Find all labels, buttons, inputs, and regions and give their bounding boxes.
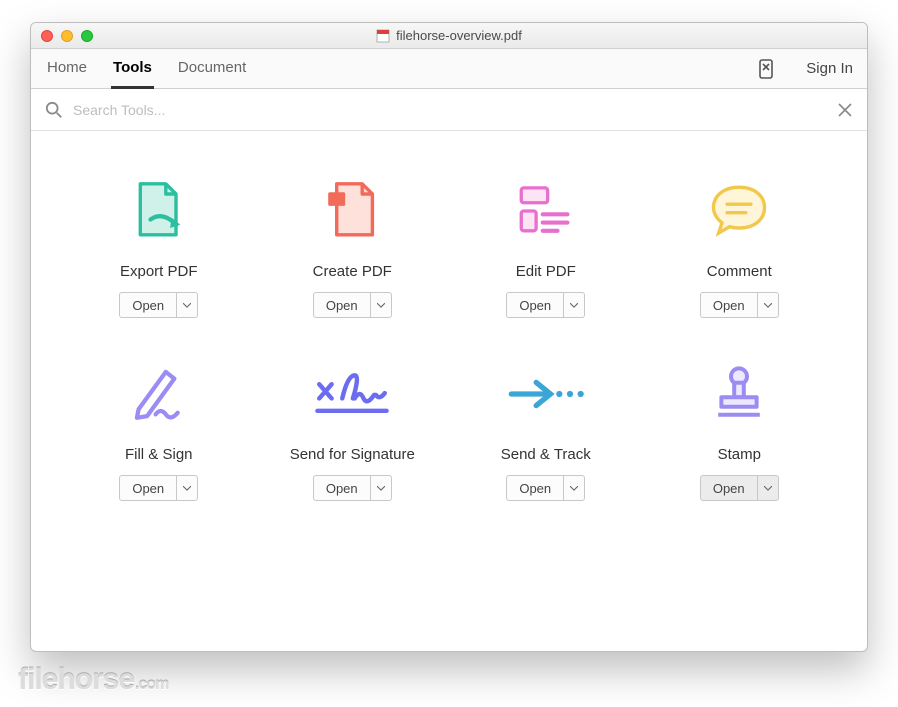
tool-card-comment: Comment Open xyxy=(648,171,832,318)
open-label[interactable]: Open xyxy=(314,293,371,317)
open-label[interactable]: Open xyxy=(120,476,177,500)
pdf-icon xyxy=(376,29,390,43)
tab-tools[interactable]: Tools xyxy=(111,49,154,89)
edit-pdf-icon xyxy=(506,171,586,251)
fill-sign-icon xyxy=(119,354,199,434)
app-window: filehorse-overview.pdf Home Tools Docume… xyxy=(30,22,868,652)
tool-card-send-track: Send & Track Open xyxy=(454,354,638,501)
tab-document[interactable]: Document xyxy=(176,49,248,89)
dropdown-caret-icon[interactable] xyxy=(177,293,197,317)
dropdown-caret-icon[interactable] xyxy=(758,476,778,500)
tool-title: Edit PDF xyxy=(516,263,576,280)
dropdown-caret-icon[interactable] xyxy=(564,476,584,500)
open-button-stamp[interactable]: Open xyxy=(700,475,779,501)
open-button-create-pdf[interactable]: Open xyxy=(313,292,392,318)
send-signature-icon xyxy=(312,354,392,434)
dropdown-caret-icon[interactable] xyxy=(564,293,584,317)
dropdown-caret-icon[interactable] xyxy=(371,293,391,317)
open-label[interactable]: Open xyxy=(314,476,371,500)
window-zoom-button[interactable] xyxy=(81,30,93,42)
mobile-link-icon[interactable] xyxy=(758,58,774,80)
tool-card-export-pdf: Export PDF Open xyxy=(67,171,251,318)
dropdown-caret-icon[interactable] xyxy=(371,476,391,500)
open-label[interactable]: Open xyxy=(507,293,564,317)
sign-in-link[interactable]: Sign In xyxy=(806,60,853,77)
open-label[interactable]: Open xyxy=(120,293,177,317)
open-label[interactable]: Open xyxy=(507,476,564,500)
open-button-edit-pdf[interactable]: Open xyxy=(506,292,585,318)
send-track-icon xyxy=(506,354,586,434)
tool-card-stamp: Stamp Open xyxy=(648,354,832,501)
tools-panel[interactable]: Export PDF Open Create PDF xyxy=(31,131,867,651)
export-pdf-icon xyxy=(119,171,199,251)
tool-title: Export PDF xyxy=(120,263,198,280)
create-pdf-icon xyxy=(312,171,392,251)
window-minimize-button[interactable] xyxy=(61,30,73,42)
open-button-send-track[interactable]: Open xyxy=(506,475,585,501)
dropdown-caret-icon[interactable] xyxy=(177,476,197,500)
clear-search-icon[interactable] xyxy=(837,102,853,118)
watermark: filehorse .com xyxy=(18,663,168,697)
comment-icon xyxy=(699,171,779,251)
window-close-button[interactable] xyxy=(41,30,53,42)
open-button-send-signature[interactable]: Open xyxy=(313,475,392,501)
window-title: filehorse-overview.pdf xyxy=(396,28,522,43)
watermark-brand: filehorse xyxy=(18,663,134,697)
tool-card-send-signature: Send for Signature Open xyxy=(261,354,445,501)
tool-title: Send for Signature xyxy=(290,446,415,463)
open-button-comment[interactable]: Open xyxy=(700,292,779,318)
tab-home[interactable]: Home xyxy=(45,49,89,89)
tool-card-fill-sign: Fill & Sign Open xyxy=(67,354,251,501)
search-bar xyxy=(31,89,867,131)
tool-title: Fill & Sign xyxy=(125,446,193,463)
search-icon xyxy=(45,101,63,119)
open-button-fill-sign[interactable]: Open xyxy=(119,475,198,501)
tool-card-edit-pdf: Edit PDF Open xyxy=(454,171,638,318)
stamp-icon xyxy=(699,354,779,434)
tool-title: Comment xyxy=(707,263,772,280)
tool-title: Stamp xyxy=(718,446,761,463)
tool-title: Create PDF xyxy=(313,263,392,280)
open-label[interactable]: Open xyxy=(701,476,758,500)
titlebar: filehorse-overview.pdf xyxy=(31,23,867,49)
open-button-export-pdf[interactable]: Open xyxy=(119,292,198,318)
search-input[interactable] xyxy=(73,102,827,118)
dropdown-caret-icon[interactable] xyxy=(758,293,778,317)
tool-title: Send & Track xyxy=(501,446,591,463)
watermark-tld: .com xyxy=(135,676,168,694)
tool-card-create-pdf: Create PDF Open xyxy=(261,171,445,318)
open-label[interactable]: Open xyxy=(701,293,758,317)
tab-bar: Home Tools Document Sign In xyxy=(31,49,867,89)
